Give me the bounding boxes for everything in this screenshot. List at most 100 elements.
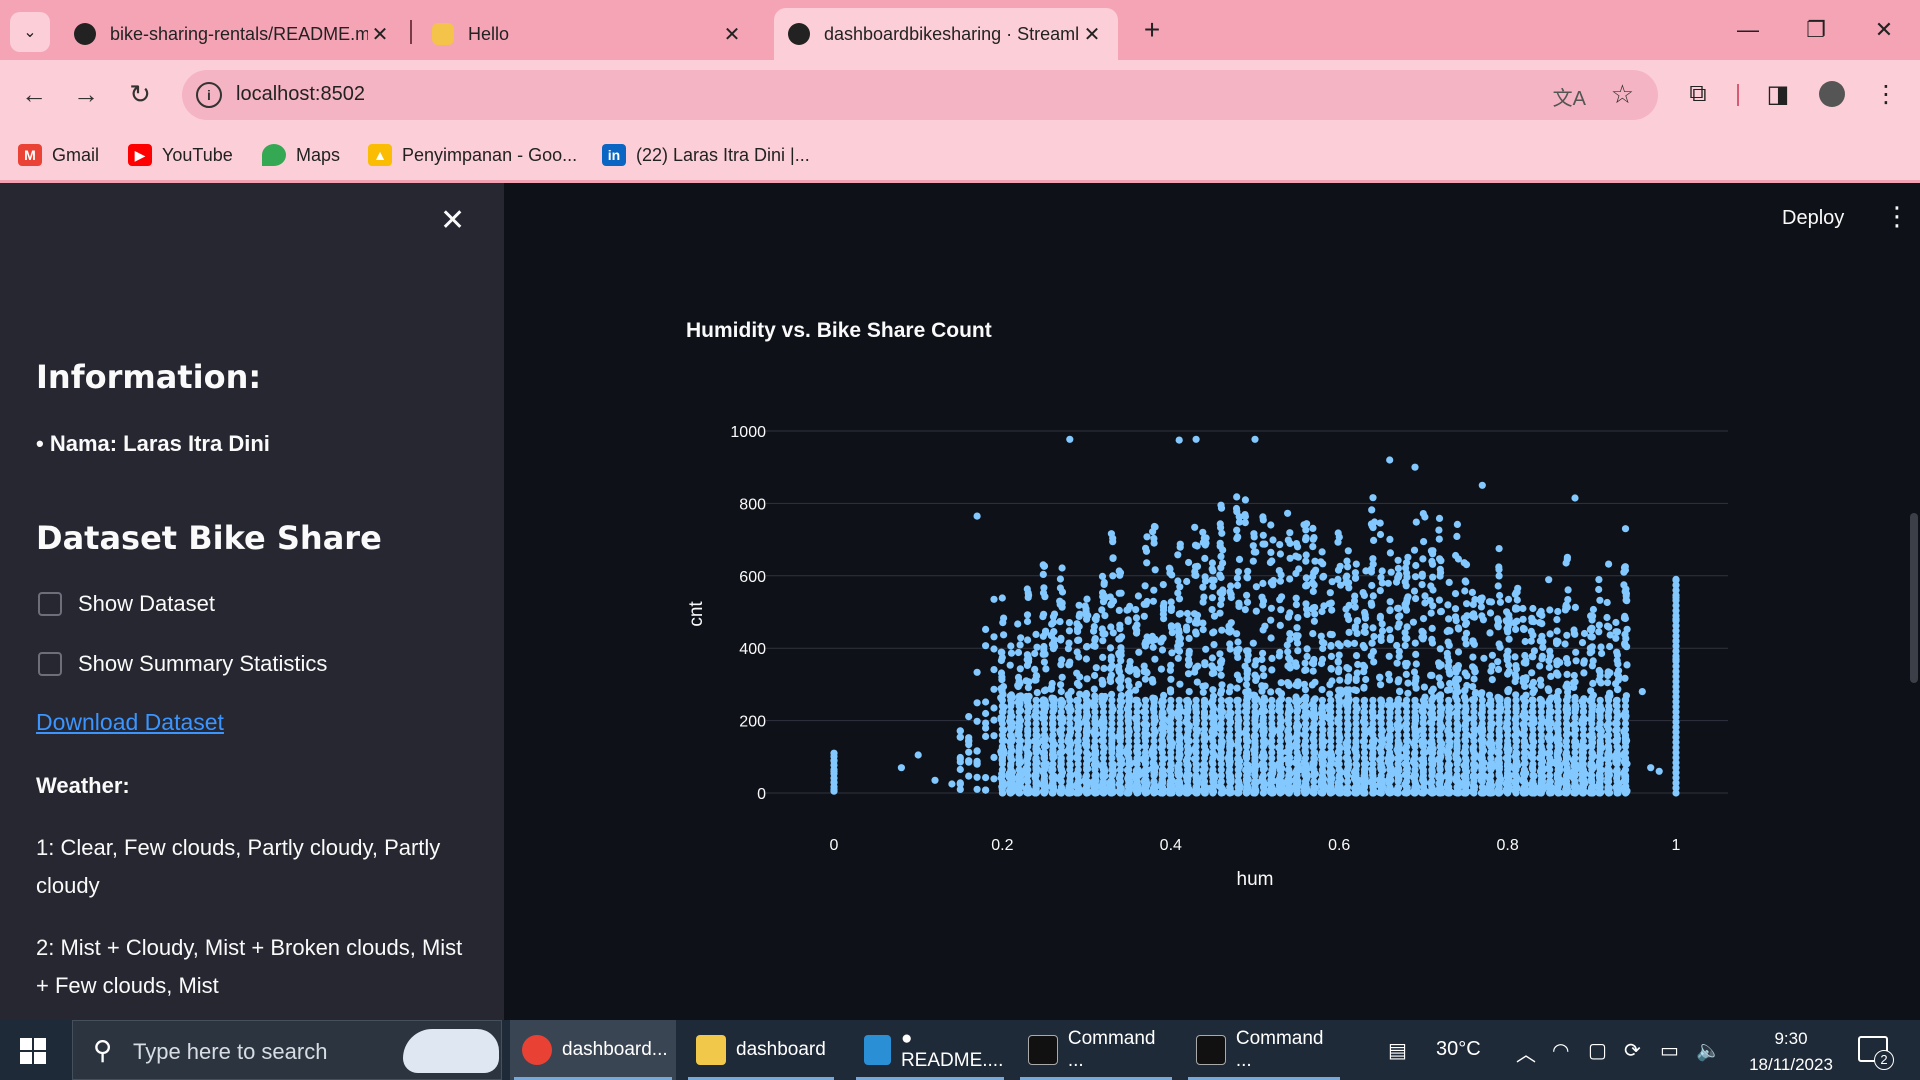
scatter-point: [1302, 534, 1310, 542]
bookmark-drive[interactable]: ▲ Penyimpanan - Goo...: [368, 140, 577, 170]
close-tab-icon[interactable]: ✕: [368, 22, 392, 47]
scatter-point: [1014, 620, 1022, 628]
scatter-point: [1150, 586, 1158, 594]
reload-icon: ↻: [129, 78, 151, 109]
scatter-point: [830, 749, 838, 757]
scatter-point: [1496, 598, 1504, 606]
bookmark-maps[interactable]: Maps: [262, 140, 340, 170]
side-panel-icon[interactable]: ◨: [1760, 76, 1796, 112]
scatter-point: [1259, 579, 1267, 587]
scatter-point: [1445, 615, 1453, 623]
scatter-point: [1595, 666, 1603, 675]
y-tick-label: 600: [739, 569, 766, 586]
scatter-point: [1672, 615, 1680, 623]
scatter-point: [1343, 612, 1351, 620]
scatter-point: [830, 785, 838, 794]
scatter-point: [1175, 436, 1183, 444]
profile-avatar[interactable]: [1814, 76, 1850, 112]
scatter-point: [1546, 606, 1554, 614]
scatter-point: [1478, 696, 1486, 704]
tab-dashboard[interactable]: dashboardbikesharing · Streaml ✕: [774, 8, 1118, 60]
bookmark-star-icon[interactable]: ☆: [1611, 79, 1634, 110]
address-bar[interactable]: i localhost:8502 文A ☆: [182, 70, 1658, 120]
scatter-point: [1369, 592, 1377, 600]
scatter-point: [1412, 674, 1420, 682]
scatter-point: [1603, 679, 1612, 687]
translate-icon[interactable]: 文A: [1553, 82, 1586, 111]
scatter-point: [1463, 600, 1471, 608]
scatter-point: [1412, 518, 1420, 526]
close-window-button[interactable]: ✕: [1860, 10, 1908, 50]
download-dataset-link[interactable]: Download Dataset: [36, 709, 224, 736]
x-tick-label: 1: [1672, 837, 1681, 854]
show-summary-checkbox[interactable]: Show Summary Statistics: [38, 651, 327, 677]
scatter-point: [1134, 592, 1142, 600]
scatter-point: [1150, 534, 1158, 543]
forward-button[interactable]: →: [66, 74, 106, 114]
scatter-point: [1047, 683, 1056, 691]
scatter-point: [1032, 672, 1040, 680]
url-text[interactable]: localhost:8502: [236, 83, 365, 106]
scatter-point: [1074, 636, 1082, 644]
scatter-point: [1386, 535, 1394, 543]
scatter-point: [1032, 696, 1040, 704]
scatter-point: [1117, 683, 1125, 691]
scatter-point: [982, 698, 990, 706]
scatter-point: [1344, 547, 1352, 555]
tab-github-readme[interactable]: bike-sharing-rentals/README.m ✕: [60, 8, 406, 60]
scatter-point: [1445, 641, 1453, 649]
close-tab-icon[interactable]: ✕: [720, 22, 744, 47]
scatter-point: [1175, 595, 1184, 603]
x-tick-label: 0.8: [1496, 837, 1518, 854]
main-scrollbar[interactable]: [1910, 513, 1918, 683]
scatter-point: [1586, 625, 1594, 633]
bookmark-youtube[interactable]: ▶ YouTube: [128, 140, 233, 170]
tab-hello[interactable]: Hello ✕: [418, 8, 758, 60]
checkbox-box[interactable]: [38, 652, 62, 676]
close-sidebar-button[interactable]: ✕: [440, 203, 465, 238]
new-tab-button[interactable]: +: [1136, 14, 1168, 46]
scatter-point: [1672, 575, 1680, 583]
scatter-point: [1209, 629, 1217, 637]
scatter-point: [1427, 671, 1435, 679]
restore-icon: ❐: [1806, 17, 1826, 42]
scatter-point: [1359, 641, 1367, 650]
scatter-point: [1233, 581, 1242, 589]
reload-button[interactable]: ↻: [120, 74, 160, 114]
scatter-point: [1244, 647, 1252, 655]
back-button[interactable]: ←: [14, 74, 54, 114]
scatter-point: [1552, 637, 1561, 645]
scatter-point: [1243, 696, 1251, 704]
scatter-point: [1284, 679, 1293, 688]
site-info-icon[interactable]: i: [196, 82, 222, 108]
scatter-point: [973, 747, 981, 755]
scatter-point: [956, 779, 964, 787]
tab-search-button[interactable]: ⌄: [10, 12, 50, 52]
close-tab-icon[interactable]: ✕: [1080, 22, 1104, 47]
scatter-point: [1109, 629, 1117, 637]
scatter-point: [1082, 611, 1090, 619]
restore-button[interactable]: ❐: [1792, 10, 1840, 50]
chrome-menu-icon[interactable]: ⋮: [1868, 76, 1904, 112]
scatter-point: [1545, 687, 1553, 695]
minimize-button[interactable]: —: [1724, 10, 1772, 50]
bookmark-gmail[interactable]: M Gmail: [18, 140, 99, 170]
scatter-point: [1401, 600, 1409, 608]
scatter-point: [1050, 628, 1058, 636]
show-dataset-checkbox[interactable]: Show Dataset: [38, 591, 215, 617]
start-button[interactable]: [20, 1038, 46, 1064]
bookmark-linkedin[interactable]: in (22) Laras Itra Dini |...: [602, 140, 810, 170]
scatter-point: [982, 786, 990, 794]
scatter-point: [1158, 646, 1167, 654]
scatter-point: [1293, 696, 1301, 704]
scatter-point: [1384, 579, 1392, 587]
taskbar-search[interactable]: ⚲ Type here to search: [72, 1020, 502, 1080]
scatter-point: [1017, 634, 1025, 642]
scatter-point: [1536, 619, 1544, 627]
scatter-point: [1529, 631, 1537, 639]
extensions-icon[interactable]: ⧉: [1680, 76, 1716, 112]
scatter-point: [1116, 696, 1124, 704]
checkbox-box[interactable]: [38, 592, 62, 616]
scatter-point: [1453, 520, 1461, 528]
scatter-point: [998, 685, 1006, 693]
